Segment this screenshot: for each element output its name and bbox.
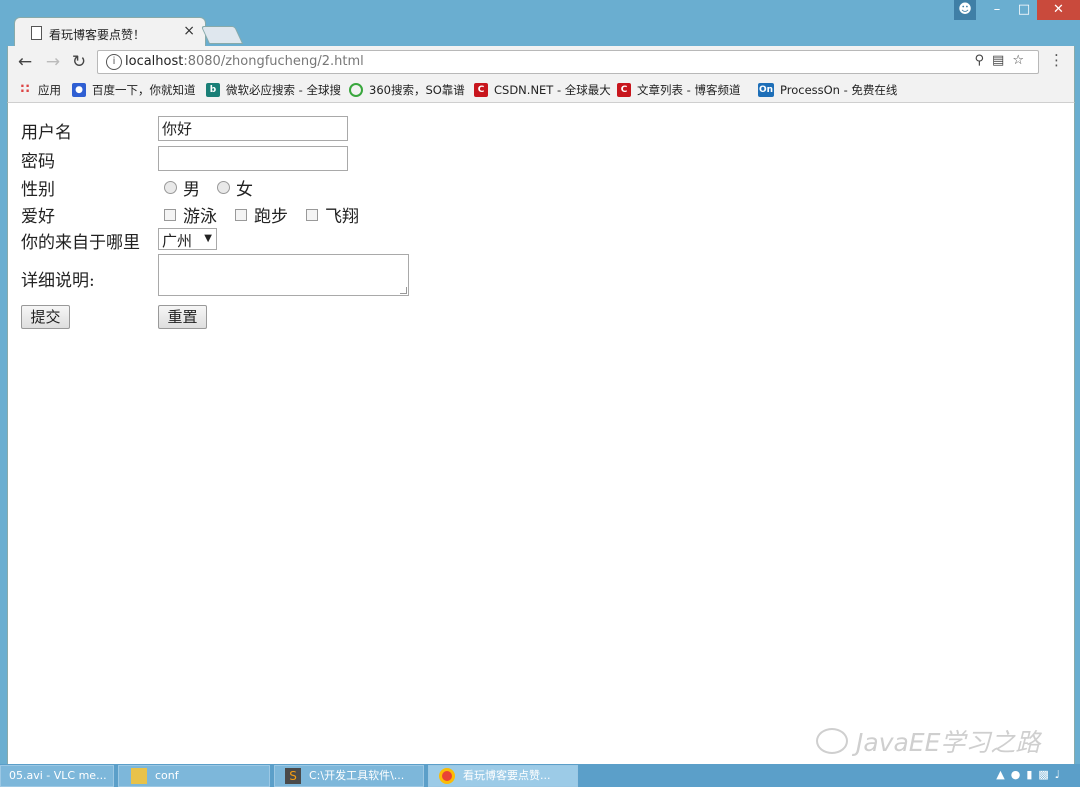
bookmark-apps[interactable]: ∷ 应用 [18,82,61,98]
gender-label: 性别 [21,180,55,200]
address-bar[interactable]: i localhost:8080/zhongfucheng/2.html ⚲▤☆ [97,50,1039,74]
minimize-button[interactable]: – [983,0,1011,20]
radio-male[interactable] [164,181,177,194]
forward-arrow-icon[interactable]: → [42,51,64,73]
reset-button[interactable]: 重置 [158,305,207,329]
checkbox-run[interactable] [235,208,247,221]
active-tab[interactable]: 看玩博客要点赞！ × [14,17,206,48]
browser-window: ☻ – □ ✕ 看玩博客要点赞！ × ← → ↻ i localhost:808… [0,0,1080,764]
back-arrow-icon[interactable]: ← [14,51,36,73]
password-label: 密码 [21,152,55,172]
baidu-paw-icon: ● [72,83,86,97]
username-input[interactable]: 你好 [158,116,348,141]
folder-icon [131,768,147,784]
hobby-option-fly[interactable]: 飞翔 [306,202,359,227]
new-tab-button[interactable] [200,26,244,44]
password-input[interactable] [158,146,348,171]
url-text[interactable]: localhost:8080/zhongfucheng/2.html [125,54,364,69]
tab-close-icon[interactable]: × [183,23,195,39]
bookmark-processon[interactable]: On ProcessOn - 免费在线 [758,82,897,98]
close-window-button[interactable]: ✕ [1037,0,1080,20]
processon-icon: On [758,83,774,97]
hobby-option-run[interactable]: 跑步 [235,202,288,227]
detail-textarea[interactable] [158,254,409,296]
username-label: 用户名 [21,123,72,143]
csdn-blog-icon: C [617,83,631,97]
apps-grid-icon: ∷ [20,82,30,97]
checkbox-swim[interactable] [164,208,176,221]
hobby-label: 爱好 [21,207,55,227]
bing-icon: b [206,83,220,97]
tray-battery-icon[interactable]: ▮ [1026,768,1038,781]
maximize-button[interactable]: □ [1010,0,1038,20]
chrome-icon [439,768,455,784]
tab-title: 看玩博客要点赞！ [49,28,146,42]
dropdown-arrow-icon: ▼ [204,233,212,244]
checkbox-fly[interactable] [306,208,318,221]
360-search-icon [349,83,363,97]
watermark: JavaEE学习之路 [816,723,1040,759]
translate-icon[interactable]: ▤ [992,53,1012,68]
taskbar-item-chrome[interactable]: 看玩博客要点赞... [428,765,578,787]
origin-label: 你的来自于哪里 [21,233,140,253]
reload-icon[interactable]: ↻ [68,51,90,73]
tray-app-icon[interactable]: ● [1011,768,1027,781]
page-content: 用户名 你好 密码 性别 男 女 爱好 游泳 跑步 飞翔 你的来自于哪里 广州 … [7,103,1075,764]
bookmark-bing[interactable]: b 微软必应搜索 - 全球搜 [206,82,341,98]
key-icon[interactable]: ⚲ [975,53,993,68]
info-icon[interactable]: i [106,54,122,70]
browser-toolbar: ← → ↻ i localhost:8080/zhongfucheng/2.ht… [7,46,1075,78]
submit-button[interactable]: 提交 [21,305,70,329]
bookmark-csdn-blog[interactable]: C 文章列表 - 博客频道 [617,82,740,98]
bookmarks-bar: ∷ 应用 ● 百度一下，你就知道 b 微软必应搜索 - 全球搜 360搜索，SO… [7,78,1075,103]
bookmark-baidu[interactable]: ● 百度一下，你就知道 [72,82,196,98]
volume-icon[interactable]: ♩ [1055,768,1066,781]
sublime-text-icon: S [285,768,301,784]
bookmark-360[interactable]: 360搜索，SO靠谱 [349,82,465,98]
origin-select[interactable]: 广州 ▼ [158,228,217,250]
csdn-icon: C [474,83,488,97]
bookmark-star-icon[interactable]: ☆ [1012,53,1032,68]
taskbar-item-vlc[interactable]: 05.avi - VLC me... [0,765,114,787]
taskbar-item-conf[interactable]: conf [118,765,270,787]
wechat-icon [816,728,848,754]
resize-grip-icon[interactable] [400,287,407,294]
system-tray: ▲●▮▩♩ [996,768,1066,781]
menu-icon[interactable]: ⋮ [1049,51,1064,69]
bookmark-csdn[interactable]: C CSDN.NET - 全球最大 [474,82,611,98]
tray-arrow-icon[interactable]: ▲ [996,768,1010,781]
user-profile-icon[interactable]: ☻ [954,0,976,20]
taskbar: 05.avi - VLC me... conf S C:\开发工具软件\... 看… [0,764,1080,787]
taskbar-item-sublime[interactable]: S C:\开发工具软件\... [274,765,424,787]
document-icon [31,26,42,40]
detail-label: 详细说明: [21,271,95,291]
radio-female[interactable] [217,181,230,194]
gender-option-female[interactable]: 女 [217,175,253,200]
network-icon[interactable]: ▩ [1038,768,1054,781]
hobby-option-swim[interactable]: 游泳 [164,202,217,227]
gender-option-male[interactable]: 男 [164,175,200,200]
